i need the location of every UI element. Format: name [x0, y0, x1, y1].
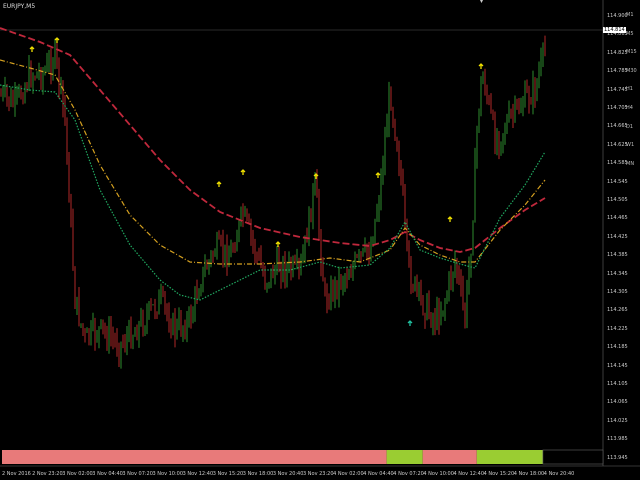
time-axis-label: 3 Nov 02:00 [62, 471, 93, 477]
price-axis-label: 114.785 [607, 68, 628, 75]
timeframe-button-m5[interactable]: M5 [626, 31, 634, 37]
trend-bar-segment-green [476, 450, 543, 464]
chart-window[interactable]: EURJPY,M5 ▾ 114.900 114.865 114.825 114.785… [0, 0, 640, 480]
price-axis-label: 114.705 [607, 105, 628, 111]
trend-bar-segment-red [2, 450, 387, 464]
time-axis-label: 4 Nov 12:40 [453, 471, 485, 477]
time-axis-label: 4 Nov 18:00 [513, 471, 545, 477]
time-axis-label: 4 Nov 15:20 [483, 471, 515, 477]
timeframe-button-d1[interactable]: D1 [626, 124, 633, 130]
ma-mid-line [0, 59, 546, 265]
time-axis-label: 4 Nov 20:40 [543, 471, 575, 477]
arrow-up-icon [407, 320, 413, 326]
time-axis-label: 3 Nov 15:20 [212, 471, 244, 477]
time-axis-label: 2 Nov 23:20 [32, 471, 63, 477]
price-axis-label: 114.185 [607, 344, 628, 351]
price-axis-label: 114.385 [607, 252, 628, 259]
price-chart[interactable] [0, 0, 640, 480]
trend-bar [0, 449, 640, 467]
price-axis-label: 114.225 [607, 325, 628, 332]
price-axis-label: 114.505 [607, 197, 628, 203]
price-axis-label: 114.465 [607, 215, 628, 222]
time-axis-label: 4 Nov 10:00 [423, 471, 454, 477]
time-axis-label: 3 Nov 20:40 [272, 471, 304, 477]
timeframe-button-m1[interactable]: M1 [626, 12, 634, 18]
arrow-up-icon [478, 63, 484, 69]
arrow-up-icon [240, 169, 246, 175]
price-axis-label: 114.025 [607, 417, 628, 424]
time-axis-label: 3 Nov 10:00 [152, 471, 184, 477]
price-axis-label: 114.425 [607, 233, 628, 240]
price-axis-label: 114.745 [607, 86, 628, 93]
chevron-down-icon: ▾ [480, 0, 484, 5]
time-axis-label: 3 Nov 07:20 [122, 471, 153, 477]
symbol-label: EURJPY,M5 [3, 3, 36, 10]
price-axis-label: 113.945 [607, 454, 628, 461]
arrow-up-icon [375, 172, 381, 178]
arrow-up-icon [447, 216, 453, 222]
price-axis-label: 114.105 [607, 381, 628, 387]
price-axis-label: 114.825 [607, 49, 628, 56]
arrow-up-icon [216, 181, 222, 187]
price-axis-label: 114.065 [607, 399, 628, 406]
candles-layer [0, 35, 546, 369]
price-axis-label: 114.145 [607, 362, 628, 369]
time-axis-label: 4 Nov 07:20 [393, 471, 424, 477]
price-axis-label: 113.985 [607, 436, 628, 443]
timeframe-button-h4[interactable]: H4 [626, 105, 633, 111]
timeframe-button-m15[interactable]: M15 [626, 49, 637, 55]
price-axis-label: 114.345 [607, 270, 628, 277]
price-axis-label: 114.265 [607, 307, 628, 314]
time-axis-label: 3 Nov 12:40 [182, 471, 214, 477]
timeframe-button-h1[interactable]: H1 [626, 86, 633, 92]
time-axis-label: 4 Nov 04:40 [363, 471, 394, 477]
time-axis-label: 3 Nov 18:00 [242, 471, 274, 477]
current-price-tag: 114.814 [603, 27, 626, 33]
price-axis-label: 114.545 [607, 178, 628, 185]
trend-bar-segment-red [422, 450, 477, 464]
time-axis-label: 4 Nov 02:00 [333, 471, 364, 477]
price-axis-label: 114.585 [607, 160, 628, 167]
time-axis-label: 2 Nov 2016 [2, 471, 31, 477]
price-axis-label: 114.665 [607, 123, 628, 130]
time-axis-label: 3 Nov 04:40 [92, 471, 123, 477]
trend-bar-segment-empty [542, 449, 604, 465]
arrow-up-icon [54, 37, 60, 43]
arrow-up-icon [29, 46, 35, 52]
timeframe-button-w1[interactable]: W1 [626, 142, 634, 148]
moving-averages-layer [0, 27, 546, 301]
price-axis-label: 114.900 [607, 13, 628, 19]
trend-bar-segment-green [386, 450, 423, 464]
time-axis-label: 3 Nov 23:20 [303, 471, 334, 477]
timeframe-button-mn[interactable]: MN [626, 161, 634, 167]
timeframe-button-m30[interactable]: M30 [626, 68, 637, 74]
price-axis-label: 114.625 [607, 141, 628, 148]
price-axis-label: 114.305 [607, 289, 628, 295]
